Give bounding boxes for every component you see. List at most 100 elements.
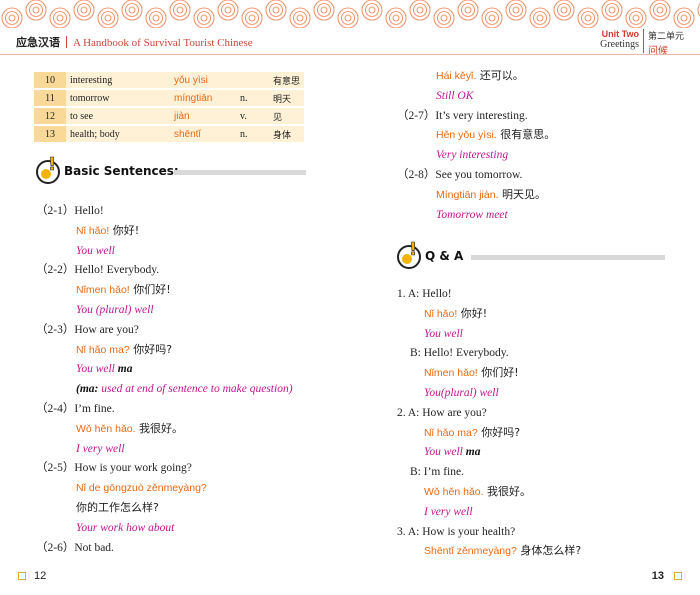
translation-text: Still OK xyxy=(436,89,474,102)
vocab-english: to see xyxy=(66,108,170,124)
english-sentence: （2-4）I’m fine. xyxy=(36,402,115,416)
section-title: Basic Sentences: xyxy=(64,164,179,178)
section-heading-qa: ! Q & A xyxy=(397,239,665,271)
decorative-swirl-band xyxy=(0,0,700,28)
pinyin-line: Hái kěyǐ. 还可以。 xyxy=(436,69,524,83)
unit-label: Unit Two Greetings 第二单元 问候 xyxy=(600,29,684,57)
vocab-number: 10 xyxy=(34,72,66,88)
translation-text: Your work how about xyxy=(76,521,175,534)
english-sentence: （2-1）Hello! xyxy=(36,204,104,218)
unit-title-en: Greetings xyxy=(600,39,639,50)
literal-translation: Very interesting xyxy=(436,148,508,162)
english-sentence: （2-3）How are you? xyxy=(36,323,139,337)
sentence-text: 3. A: How is your health? xyxy=(397,525,516,538)
sentence-text: （2-2）Hello! Everybody. xyxy=(36,264,160,277)
vocab-pos xyxy=(236,72,269,88)
page-number-left: 12 xyxy=(34,570,47,582)
section-rule xyxy=(471,255,665,260)
sentence-text: （2-4）I’m fine. xyxy=(36,403,115,415)
english-sentence: 1. A: Hello! xyxy=(397,287,452,301)
literal-translation: You well xyxy=(424,327,463,341)
gloss-term: ma xyxy=(462,446,481,459)
vocab-pinyin: shēntǐ xyxy=(170,126,236,142)
pinyin-line: Nǐmen hǎo! 你们好! xyxy=(424,366,519,380)
pinyin-text: Nǐ hǎo! xyxy=(424,307,458,320)
vocab-pinyin: míngtiān xyxy=(170,90,236,106)
literal-translation: You(plural) well xyxy=(424,386,499,400)
pinyin-text: Nǐ hǎo ma? xyxy=(424,426,478,439)
pinyin-text: Nǐmen hǎo! xyxy=(424,367,478,380)
translation-text: You(plural) well xyxy=(424,387,499,399)
sentence-text: 2. A: How are you? xyxy=(397,406,487,419)
vocab-pos: n. xyxy=(236,90,269,106)
sentence-text: B: Hello! Everybody. xyxy=(410,347,509,360)
section-title: Q & A xyxy=(425,249,464,263)
pinyin-line: Nǐ hǎo! 你好! xyxy=(424,307,487,321)
translation-text: You well xyxy=(76,363,115,376)
gloss-term: (ma: xyxy=(76,383,102,396)
sentence-text: （2-5）How is your work going? xyxy=(36,462,192,475)
literal-translation: I very well xyxy=(76,442,125,456)
pinyin-text: Wǒ hěn hǎo. xyxy=(424,486,484,498)
chinese-text: 很有意思。 xyxy=(496,128,556,142)
chinese-text: 我很好。 xyxy=(483,485,532,498)
chinese-text: 我很好。 xyxy=(135,421,184,435)
literal-translation: You well xyxy=(76,244,115,258)
pinyin-text: Wǒ hěn hǎo. xyxy=(76,422,136,435)
table-row: 10 interesting yǒu yìsi 有意思 xyxy=(34,72,304,88)
english-sentence: B: I’m fine. xyxy=(410,465,464,479)
sentence-text: 1. A: Hello! xyxy=(397,288,452,300)
sentence-text: （2-6）Not bad. xyxy=(36,541,114,554)
chinese-line: 你的工作怎么样? xyxy=(76,501,159,515)
pinyin-line: Nǐ hǎo ma? 你好吗? xyxy=(424,426,520,440)
translation-text: Tomorrow meet xyxy=(436,208,508,221)
chinese-text: 身体怎么样? xyxy=(516,544,582,558)
pinyin-text: Shēntǐ zěnmeyàng? xyxy=(424,545,517,558)
translation-text: You well xyxy=(424,446,463,459)
pinyin-line: Nǐmen hǎo! 你们好! xyxy=(76,283,171,297)
chinese-text: 还可以。 xyxy=(476,69,524,82)
section-rule xyxy=(174,170,306,175)
literal-translation: I very well xyxy=(424,505,473,519)
literal-translation: Tomorrow meet xyxy=(436,208,508,222)
pinyin-text: Nǐ hǎo! xyxy=(76,224,110,237)
vocab-chinese: 身体 xyxy=(269,126,304,142)
vocab-pinyin: yǒu yìsi xyxy=(170,72,236,88)
chinese-text: 你的工作怎么样? xyxy=(76,501,159,514)
pinyin-line: Nǐ hǎo ma? 你好吗? xyxy=(76,343,172,357)
unit-number-cn: 第二单元 xyxy=(647,32,684,42)
translation-text: Very interesting xyxy=(436,149,509,162)
pinyin-text: Nǐ hǎo ma? xyxy=(76,343,130,356)
translation-text: You well xyxy=(424,327,463,340)
header-divider xyxy=(66,36,67,48)
vocab-english: tomorrow xyxy=(66,90,170,106)
translation-text: I very well xyxy=(424,505,473,518)
pinyin-text: Hěn yǒu yìsi. xyxy=(436,129,497,142)
chinese-text: 你们好! xyxy=(129,283,171,297)
pinyin-line: Nǐ de gōngzuò zěnmeyàng? xyxy=(76,481,207,495)
table-row: 13 health; body shēntǐ n. 身体 xyxy=(34,126,304,142)
exclamation-badge-icon: ! xyxy=(36,154,60,184)
translation-text: I very well xyxy=(76,442,125,455)
english-sentence: 2. A: How are you? xyxy=(397,406,487,420)
pinyin-line: Wǒ hěn hǎo. 我很好。 xyxy=(76,422,183,436)
pinyin-line: Míngtiān jiàn. 明天见。 xyxy=(436,188,546,202)
literal-translation: You (plural) well xyxy=(76,303,154,317)
vocab-pos: n. xyxy=(236,126,269,142)
vocab-chinese: 明天 xyxy=(269,90,304,106)
chinese-text: 你们好! xyxy=(477,366,519,380)
vocab-english: health; body xyxy=(66,126,170,142)
pinyin-line: Shēntǐ zěnmeyàng? 身体怎么样? xyxy=(424,544,581,558)
book-title-cn: 应急汉语 xyxy=(16,36,60,49)
vocab-chinese: 有意思 xyxy=(269,72,304,88)
vocab-number: 13 xyxy=(34,126,66,142)
vocab-pinyin: jiàn xyxy=(170,108,236,124)
english-sentence: B: Hello! Everybody. xyxy=(410,346,509,360)
chinese-text: 明天见。 xyxy=(498,187,546,201)
book-title-en: A Handbook of Survival Tourist Chinese xyxy=(73,37,253,49)
sentence-text: （2-3）How are you? xyxy=(36,323,139,336)
english-sentence: （2-7）It’s very interesting. xyxy=(397,109,528,123)
translation-text: used at end of sentence to make question… xyxy=(101,383,293,396)
english-sentence: 3. A: How is your health? xyxy=(397,525,515,539)
chinese-text: 你好吗? xyxy=(129,342,173,356)
